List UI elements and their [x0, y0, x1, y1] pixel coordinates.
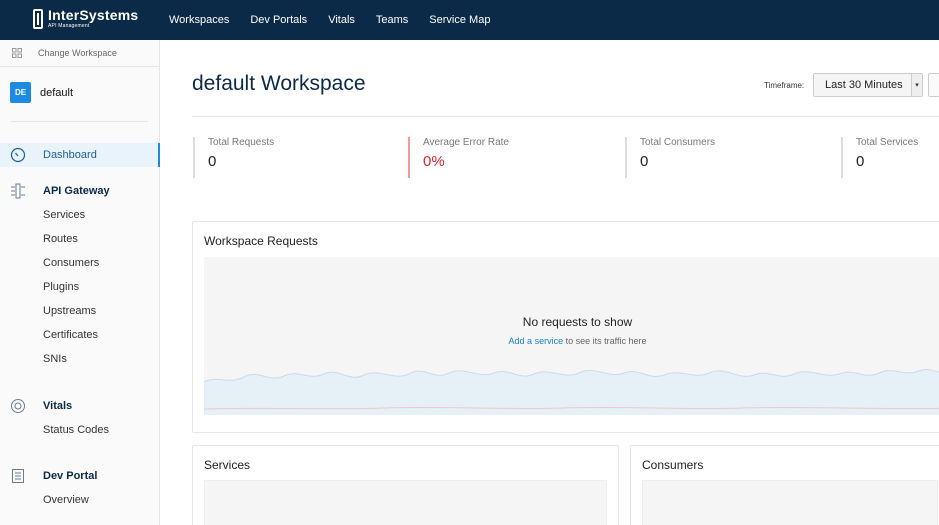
document-icon [10, 468, 26, 484]
services-panel: Services [192, 445, 619, 525]
sidebar-item-overview[interactable]: Overview [0, 488, 160, 512]
sidebar-item-label: API Gateway [43, 185, 110, 197]
stat-label: Total Requests [208, 137, 275, 148]
workspace-badge: DE [10, 82, 31, 103]
nav-teams[interactable]: Teams [376, 14, 408, 26]
sidebar-item-upstreams[interactable]: Upstreams [0, 299, 160, 323]
stat-average-error-rate: Average Error Rate 0% [408, 137, 509, 178]
sidebar-item-consumers[interactable]: Consumers [0, 251, 160, 275]
stat-value: 0 [640, 153, 649, 170]
stat-total-consumers: Total Consumers 0 [625, 137, 715, 178]
services-placeholder [204, 480, 607, 525]
empty-state-title: No requests to show [522, 315, 633, 329]
consumers-placeholder [642, 480, 938, 525]
logo-mark-icon [33, 8, 43, 29]
stat-label: Total Consumers [640, 137, 716, 148]
sidebar-item-label: Dashboard [43, 149, 97, 161]
header-divider [192, 116, 939, 117]
stat-total-requests: Total Requests 0 [193, 137, 274, 178]
nav-dev-portals[interactable]: Dev Portals [250, 14, 307, 26]
consumers-panel: Consumers [630, 445, 939, 525]
add-service-link[interactable]: Add a service [509, 336, 564, 346]
stat-label: Total Services [856, 137, 919, 148]
main-content: default Workspace Timeframe: Last 30 Min… [160, 40, 939, 525]
sidebar-item-certificates[interactable]: Certificates [0, 323, 160, 347]
sidebar-item-api-gateway[interactable]: API Gateway [0, 179, 160, 203]
requests-chart-placeholder: No requests to show Add a service to see… [204, 257, 939, 415]
main-nav: Workspaces Dev Portals Vitals Teams Serv… [169, 0, 511, 40]
sidebar-item-label: Upstreams [43, 305, 97, 317]
sidebar-item-label: Services [43, 209, 86, 221]
nav-service-map[interactable]: Service Map [429, 14, 490, 26]
sidebar-item-label: Overview [43, 494, 89, 506]
page-title: default Workspace [192, 72, 366, 95]
workspace-name: default [40, 86, 74, 99]
vitals-icon [10, 398, 26, 414]
workspace-requests-panel: Workspace Requests No requests to show A… [192, 221, 939, 433]
sidebar-item-label: Routes [43, 233, 78, 245]
current-workspace[interactable]: DE default [10, 82, 73, 103]
empty-state-text: to see its traffic here [563, 336, 647, 346]
sidebar-item-label: Status Codes [43, 424, 110, 436]
logo-subtitle: API Management [48, 23, 90, 29]
timeframe-label: Timeframe: [764, 81, 805, 90]
sidebar-item-label: Consumers [43, 257, 100, 269]
change-workspace-label: Change Workspace [38, 48, 117, 58]
sidebar: Change Workspace DE default Dashboard AP… [0, 40, 160, 525]
sidebar-item-vitals[interactable]: Vitals [0, 394, 160, 418]
logo-name: InterSystems [48, 7, 139, 23]
gateway-icon [10, 183, 26, 199]
sidebar-item-snis[interactable]: SNIs [0, 347, 160, 371]
caret-down-icon: ▾ [911, 74, 922, 96]
sidebar-item-label: Certificates [43, 329, 99, 341]
empty-state-subtitle: Add a service to see its traffic here [204, 336, 939, 346]
sidebar-item-label: SNIs [43, 353, 67, 365]
sidebar-item-plugins[interactable]: Plugins [0, 275, 160, 299]
sidebar-item-services[interactable]: Services [0, 203, 160, 227]
timeframe-select[interactable]: Last 30 Minutes ▾ [813, 73, 923, 97]
gauge-icon [10, 147, 26, 163]
change-workspace-button[interactable]: Change Workspace [0, 40, 159, 67]
sidebar-item-dev-portal[interactable]: Dev Portal [0, 464, 160, 488]
panel-title: Workspace Requests [204, 234, 318, 248]
stat-value: 0 [208, 153, 217, 170]
sidebar-item-status-codes[interactable]: Status Codes [0, 418, 160, 442]
sidebar-divider [10, 121, 148, 122]
stat-value: 0 [856, 153, 865, 170]
grid-icon [12, 48, 22, 58]
sidebar-item-dashboard[interactable]: Dashboard [0, 143, 160, 167]
panel-title: Services [204, 458, 251, 472]
top-nav-bar: InterSystems API Management Workspaces D… [0, 0, 939, 40]
stat-total-services: Total Services 0 [841, 137, 918, 178]
nav-workspaces[interactable]: Workspaces [169, 14, 229, 26]
sidebar-item-routes[interactable]: Routes [0, 227, 160, 251]
intersystems-logo[interactable]: InterSystems API Management [33, 8, 138, 29]
sidebar-item-label: Vitals [43, 400, 73, 412]
stat-value: 0% [423, 153, 445, 170]
sidebar-item-label: Plugins [43, 281, 80, 293]
panel-title: Consumers [642, 458, 704, 472]
stat-label: Average Error Rate [423, 137, 509, 148]
refresh-button[interactable] [928, 73, 939, 97]
nav-vitals[interactable]: Vitals [328, 14, 355, 26]
sidebar-item-label: Dev Portal [43, 470, 98, 482]
timeframe-value: Last 30 Minutes [825, 79, 903, 91]
